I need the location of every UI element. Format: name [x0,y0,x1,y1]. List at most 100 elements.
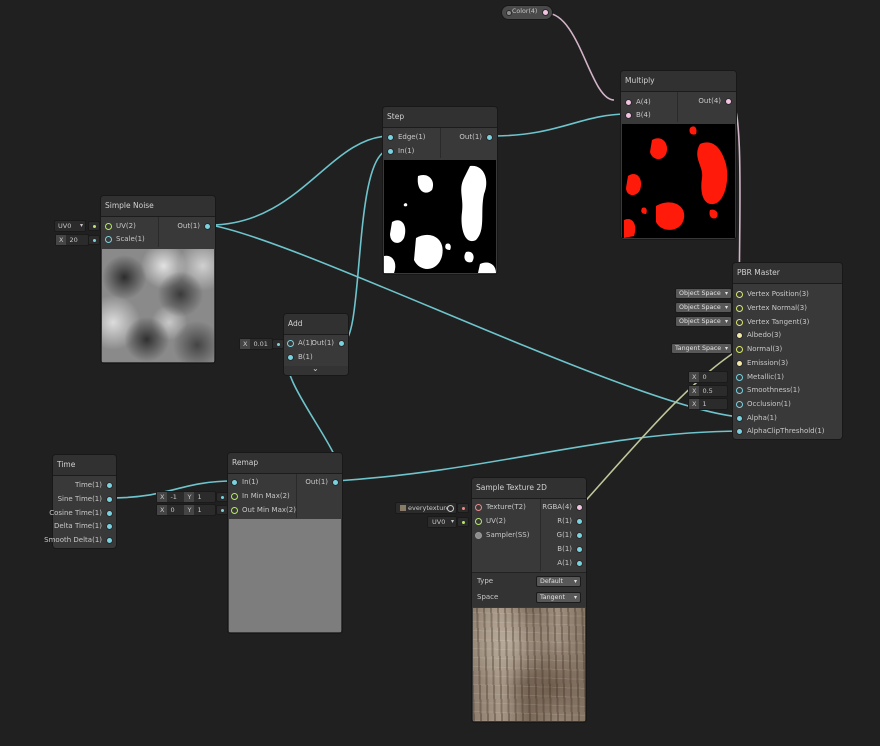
pbr-input-smoothness[interactable]: Smoothness(1) [736,384,800,396]
out-min-value: 0 [170,506,175,514]
remap-input-in[interactable]: In(1) [231,476,258,488]
edge-step-to-multiply[interactable] [491,113,629,137]
vertex-normal-space-dropdown[interactable]: Object Space [675,302,732,313]
sample-texture-input-texture[interactable]: Texture(T2) [475,501,526,513]
metallic-field[interactable]: X0 [688,371,728,383]
connector-dot-icon [276,341,281,347]
sample-texture-output-rgba[interactable]: RGBA(4) [542,501,583,513]
type-dropdown[interactable]: Default [536,576,581,587]
remap-input-out-min-max[interactable]: Out Min Max(2) [231,504,296,516]
pbr-input-alpha-label: Alpha(1) [747,414,777,422]
occlusion-field[interactable]: X1 [688,398,728,410]
smoothness-field[interactable]: X 0.5 [688,385,728,397]
add-a-field[interactable]: X 0.01 [239,338,273,350]
sample-texture-output-r[interactable]: R(1) [557,515,583,527]
edge-remap-to-alphaclip[interactable] [335,430,742,482]
color-property-node[interactable]: Color(4) [502,6,552,19]
add-input-b[interactable]: B(1) [287,351,313,363]
time-output-time-label: Time(1) [74,481,102,489]
texture-object-field[interactable]: everytexture [395,502,457,514]
pbr-input-alphaclip[interactable]: AlphaClipThreshold(1) [736,425,825,437]
time-output-smooth-delta[interactable]: Smooth Delta(1) [44,534,113,546]
multiply-output[interactable]: Out(4) [698,95,732,107]
simple-noise-scale-field[interactable]: X 20 [55,234,89,246]
add-node[interactable]: Add A(1) B(1) Out(1) ⌄ [284,314,348,375]
time-output-cosine[interactable]: Cosine Time(1) [49,507,113,519]
sample-texture-uv-field[interactable]: UV0 ▾ [427,516,457,528]
sample-texture-output-b[interactable]: B(1) [557,543,583,555]
simple-noise-input-uv[interactable]: UV(2) [105,220,136,232]
object-picker-icon[interactable] [447,505,454,512]
step-input-edge[interactable]: Edge(1) [387,131,426,143]
pbr-input-albedo[interactable]: Albedo(3) [736,329,781,341]
connector-dot-icon [461,519,466,525]
pbr-input-occlusion[interactable]: Occlusion(1) [736,398,791,410]
pbr-master-node[interactable]: PBR Master Vertex Position(3) Vertex Nor… [733,263,842,439]
sample-texture-output-a[interactable]: A(1) [557,557,583,569]
multiply-node[interactable]: Multiply A(4) B(4) Out(4) [621,71,736,239]
step-input-in[interactable]: In(1) [387,145,414,157]
pbr-input-metallic[interactable]: Metallic(1) [736,371,784,383]
normal-space-dropdown[interactable]: Tangent Space [671,343,732,354]
in-max-axis-label: Y [184,492,195,502]
pbr-input-vertex-tangent[interactable]: Vertex Tangent(3) [736,316,809,328]
vertex-tangent-space-dropdown[interactable]: Object Space [675,316,732,327]
step-preview [384,160,496,273]
occlusion-axis-label: X [689,399,700,409]
pbr-master-title: PBR Master [733,263,842,284]
time-output-sine[interactable]: Sine Time(1) [58,493,113,505]
multiply-input-a[interactable]: A(4) [625,96,651,108]
metallic-value: 0 [702,373,707,381]
add-title: Add [284,314,348,335]
sample-texture-output-g[interactable]: G(1) [557,529,583,541]
step-input-edge-label: Edge(1) [398,133,426,141]
space-dropdown[interactable]: Tangent [536,592,581,603]
step-output[interactable]: Out(1) [459,131,493,143]
remap-input-in-min-max[interactable]: In Min Max(2) [231,490,290,502]
multiply-input-b[interactable]: B(4) [625,109,651,121]
remap-output-label: Out(1) [305,478,328,486]
time-output-time[interactable]: Time(1) [75,479,113,491]
time-output-delta-label: Delta Time(1) [54,522,102,530]
out-max-value: 1 [197,506,202,514]
pbr-input-vertex-normal[interactable]: Vertex Normal(3) [736,302,807,314]
simple-noise-node[interactable]: Simple Noise UV(2) Scale(1) Out(1) [101,196,215,363]
connector-dot-icon [220,494,225,500]
pbr-input-albedo-label: Albedo(3) [747,331,782,339]
type-label: Type [477,577,494,585]
remap-output[interactable]: Out(1) [305,476,339,488]
space-label: Space [477,593,499,601]
sample-texture-output-r-label: R(1) [557,517,572,525]
chevron-down-icon[interactable]: ⌄ [312,364,319,373]
time-output-cosine-label: Cosine Time(1) [49,509,102,517]
remap-out-min-max-field[interactable]: X 0 Y 1 [156,504,216,516]
simple-noise-output[interactable]: Out(1) [177,220,211,232]
pbr-input-normal[interactable]: Normal(3) [736,343,782,355]
time-node[interactable]: Time Time(1) Sine Time(1) Cosine Time(1)… [44,455,116,548]
simple-noise-input-scale[interactable]: Scale(1) [105,233,145,245]
sample-texture-2d-node[interactable]: Sample Texture 2D Texture(T2) UV(2) Samp… [472,478,586,722]
sample-texture-output-g-label: G(1) [556,531,572,539]
vertex-position-space-dropdown[interactable]: Object Space [675,288,732,299]
pbr-input-alpha[interactable]: Alpha(1) [736,412,777,424]
remap-in-min-max-field[interactable]: X -1 Y 1 [156,491,216,503]
edge-color-to-multiply[interactable] [545,12,615,101]
edge-noise-to-step[interactable] [209,135,391,226]
remap-input-in-min-max-label: In Min Max(2) [242,492,290,500]
pbr-input-vertex-position[interactable]: Vertex Position(3) [736,288,809,300]
remap-node[interactable]: Remap In(1) In Min Max(2) Out Min Max(2)… [228,453,342,633]
add-input-a[interactable]: A(1) [287,337,313,349]
step-node[interactable]: Step Edge(1) In(1) Out(1) [383,107,497,274]
pbr-input-vertex-tangent-label: Vertex Tangent(3) [747,318,810,326]
in-min-value: -1 [170,493,177,501]
add-output[interactable]: Out(1) [311,337,345,349]
sample-texture-input-uv[interactable]: UV(2) [475,515,506,527]
metallic-axis-label: X [689,372,700,382]
time-output-delta[interactable]: Delta Time(1) [54,520,113,532]
add-output-label: Out(1) [311,339,334,347]
pbr-input-emission[interactable]: Emission(3) [736,357,788,369]
color-output-port[interactable] [542,9,549,16]
time-title: Time [53,455,116,476]
simple-noise-uv-field[interactable]: UV0 ▾ [54,220,86,232]
sample-texture-input-sampler[interactable]: Sampler(SS) [475,529,529,541]
